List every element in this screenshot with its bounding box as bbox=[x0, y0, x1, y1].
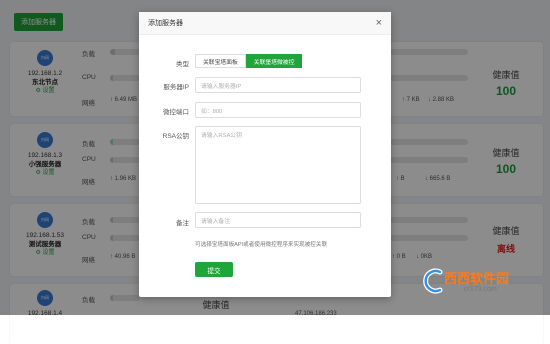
type-selector: 关联宝塔面板 关联堡塔微被控 bbox=[195, 54, 303, 68]
rsa-key-label: RSA公钥 bbox=[162, 133, 189, 140]
rsa-key-textarea[interactable]: 请输入RSA公钥 bbox=[195, 126, 361, 204]
note-label: 备注 bbox=[176, 220, 189, 227]
dialog-header: 添加服务器 × bbox=[139, 12, 391, 35]
type-option-panel[interactable]: 关联宝塔面板 bbox=[195, 54, 246, 68]
site-watermark: 西西软件园 cr173.com bbox=[420, 264, 545, 310]
submit-button[interactable]: 提交 bbox=[195, 262, 233, 277]
port-label: 微控端口 bbox=[163, 109, 189, 116]
hint-text: 可选择宝塔面板API或者使用微控程序来实现被控关联 bbox=[195, 242, 328, 248]
server-ip-label: 服务器IP bbox=[163, 84, 189, 91]
type-label: 类型 bbox=[176, 61, 189, 68]
close-icon[interactable]: × bbox=[376, 17, 382, 29]
port-input[interactable]: 如：800 bbox=[195, 102, 361, 118]
server-ip-input[interactable]: 请输入服务器IP bbox=[195, 77, 361, 93]
dialog-title: 添加服务器 bbox=[148, 20, 183, 27]
watermark-logo-icon bbox=[423, 268, 443, 294]
type-option-micro-control[interactable]: 关联堡塔微被控 bbox=[245, 54, 303, 68]
watermark-domain: cr173.com bbox=[464, 286, 497, 293]
watermark-text: 西西软件园 bbox=[444, 271, 510, 286]
note-input[interactable]: 请输入备注 bbox=[195, 212, 361, 228]
add-server-dialog: 添加服务器 × 类型 关联宝塔面板 关联堡塔微被控 服务器IP 请输入服务器IP… bbox=[139, 12, 391, 297]
